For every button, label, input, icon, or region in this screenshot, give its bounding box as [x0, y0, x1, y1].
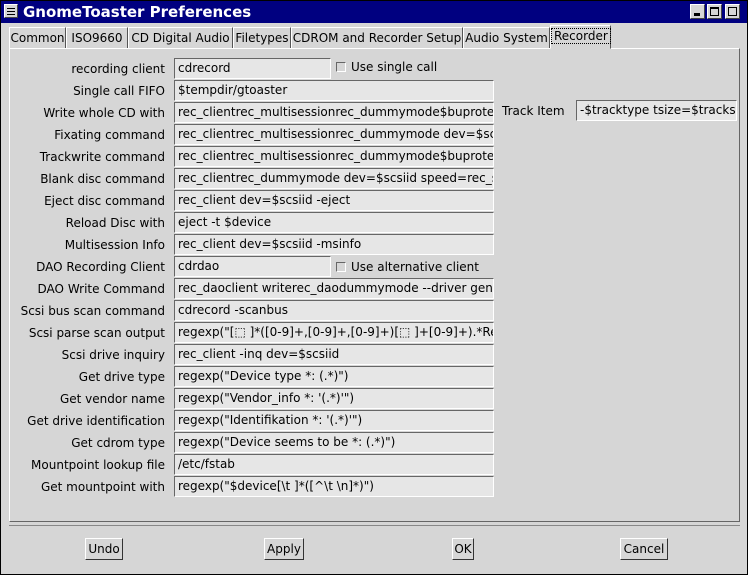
field-input[interactable]: regexp("[⬚ ]*([0-9]+,[0-9]+,[0-9]+)[⬚ ]+… [174, 322, 494, 343]
field-label: Scsi parse scan output [28, 326, 165, 340]
tab-common[interactable]: Common [9, 27, 66, 48]
field-input[interactable]: eject -t $device [174, 212, 494, 233]
field-label: Write whole CD with [43, 106, 165, 120]
field-input[interactable]: regexp("Device seems to be *: (.*)") [174, 432, 494, 453]
field-label: Fixating command [54, 128, 165, 142]
field-label: recording client [71, 62, 165, 76]
field-label: Get mountpoint with [40, 480, 165, 494]
field-input[interactable]: /etc/fstab [174, 454, 494, 475]
field-label: Scsi bus scan command [20, 304, 165, 318]
field-input[interactable]: rec_client -inq dev=$scsiid [174, 344, 494, 365]
field-input[interactable]: regexp("Device type *: (.*)") [174, 366, 494, 387]
tab-audio-system[interactable]: Audio System [463, 27, 550, 48]
checkbox-icon [336, 62, 346, 72]
use-single-call-checkbox[interactable]: Use single call [336, 59, 437, 75]
field-label: Blank disc command [40, 172, 165, 186]
window-menu-icon[interactable] [4, 4, 18, 18]
field-input[interactable]: cdrecord -scanbus [174, 300, 494, 321]
field-input[interactable]: rec_clientrec_multisessionrec_dummymode$… [174, 146, 494, 167]
apply-button[interactable]: Apply [264, 538, 304, 560]
title-bar[interactable]: GnomeToaster Preferences [1, 1, 747, 23]
field-input[interactable]: regexp("Identifikation *: '(.*)'") [174, 410, 494, 431]
ok-button[interactable]: OK [452, 538, 474, 560]
preferences-window: GnomeToaster Preferences Common ISO9660 … [0, 0, 748, 575]
field-label: Trackwrite command [39, 150, 165, 164]
track-item-label: Track Item [502, 104, 565, 118]
field-label: Scsi drive inquiry [61, 348, 165, 362]
cancel-button[interactable]: Cancel [620, 538, 668, 560]
field-input[interactable]: rec_clientrec_multisessionrec_dummymode$… [174, 102, 494, 123]
field-label: Get drive identification [27, 414, 165, 428]
field-input[interactable]: rec_clientrec_dummymode dev=$scsiid spee… [174, 168, 494, 189]
field-label: DAO Recording Client [36, 260, 165, 274]
tab-cd-digital-audio[interactable]: CD Digital Audio [128, 27, 233, 48]
field-label: Get vendor name [59, 392, 165, 406]
minimize-icon[interactable] [690, 4, 705, 19]
use-alternative-client-checkbox[interactable]: Use alternative client [336, 259, 479, 275]
field-input[interactable]: regexp("$device[\t ]*([^\t \n]*)") [174, 476, 494, 497]
field-input[interactable]: $tempdir/gtoaster [174, 80, 494, 101]
field-input[interactable]: rec_clientrec_multisessionrec_dummymode … [174, 124, 494, 145]
close-icon[interactable] [725, 4, 740, 19]
recorder-settings-panel: recording client cdrecord Single call FIFO… [9, 48, 740, 522]
field-input[interactable]: regexp("Vendor_info *: '(.*)'") [174, 388, 494, 409]
field-label: Reload Disc with [65, 216, 165, 230]
window-title: GnomeToaster Preferences [23, 3, 252, 21]
tab-recorder[interactable]: Recorder [550, 25, 611, 49]
field-input[interactable]: rec_client dev=$scsiid -msinfo [174, 234, 494, 255]
field-input[interactable]: rec_client dev=$scsiid -eject [174, 190, 494, 211]
field-input[interactable]: rec_daoclient writerec_daodummymode --dr… [174, 278, 494, 299]
maximize-icon[interactable] [707, 4, 722, 19]
track-item-input[interactable]: -$tracktype tsize=$tracksize [576, 100, 737, 121]
undo-button[interactable]: Undo [85, 538, 123, 560]
field-label: DAO Write Command [37, 282, 165, 296]
field-label: Single call FIFO [73, 84, 165, 98]
tab-cdrom-and-recorder-setup[interactable]: CDROM and Recorder Setup [291, 27, 463, 48]
field-label: Get drive type [78, 370, 165, 384]
tab-filetypes[interactable]: Filetypes [233, 27, 291, 48]
tab-iso9660[interactable]: ISO9660 [66, 27, 128, 48]
checkbox-icon [336, 262, 346, 272]
field-label: Mountpoint lookup file [31, 458, 165, 472]
field-label: Eject disc command [44, 194, 165, 208]
field-label: Get cdrom type [71, 436, 165, 450]
button-bar: Undo Apply OK Cancel [9, 525, 740, 570]
field-input[interactable]: cdrdao [174, 256, 331, 277]
field-input[interactable]: cdrecord [174, 58, 331, 79]
field-label: Multisession Info [64, 238, 165, 252]
